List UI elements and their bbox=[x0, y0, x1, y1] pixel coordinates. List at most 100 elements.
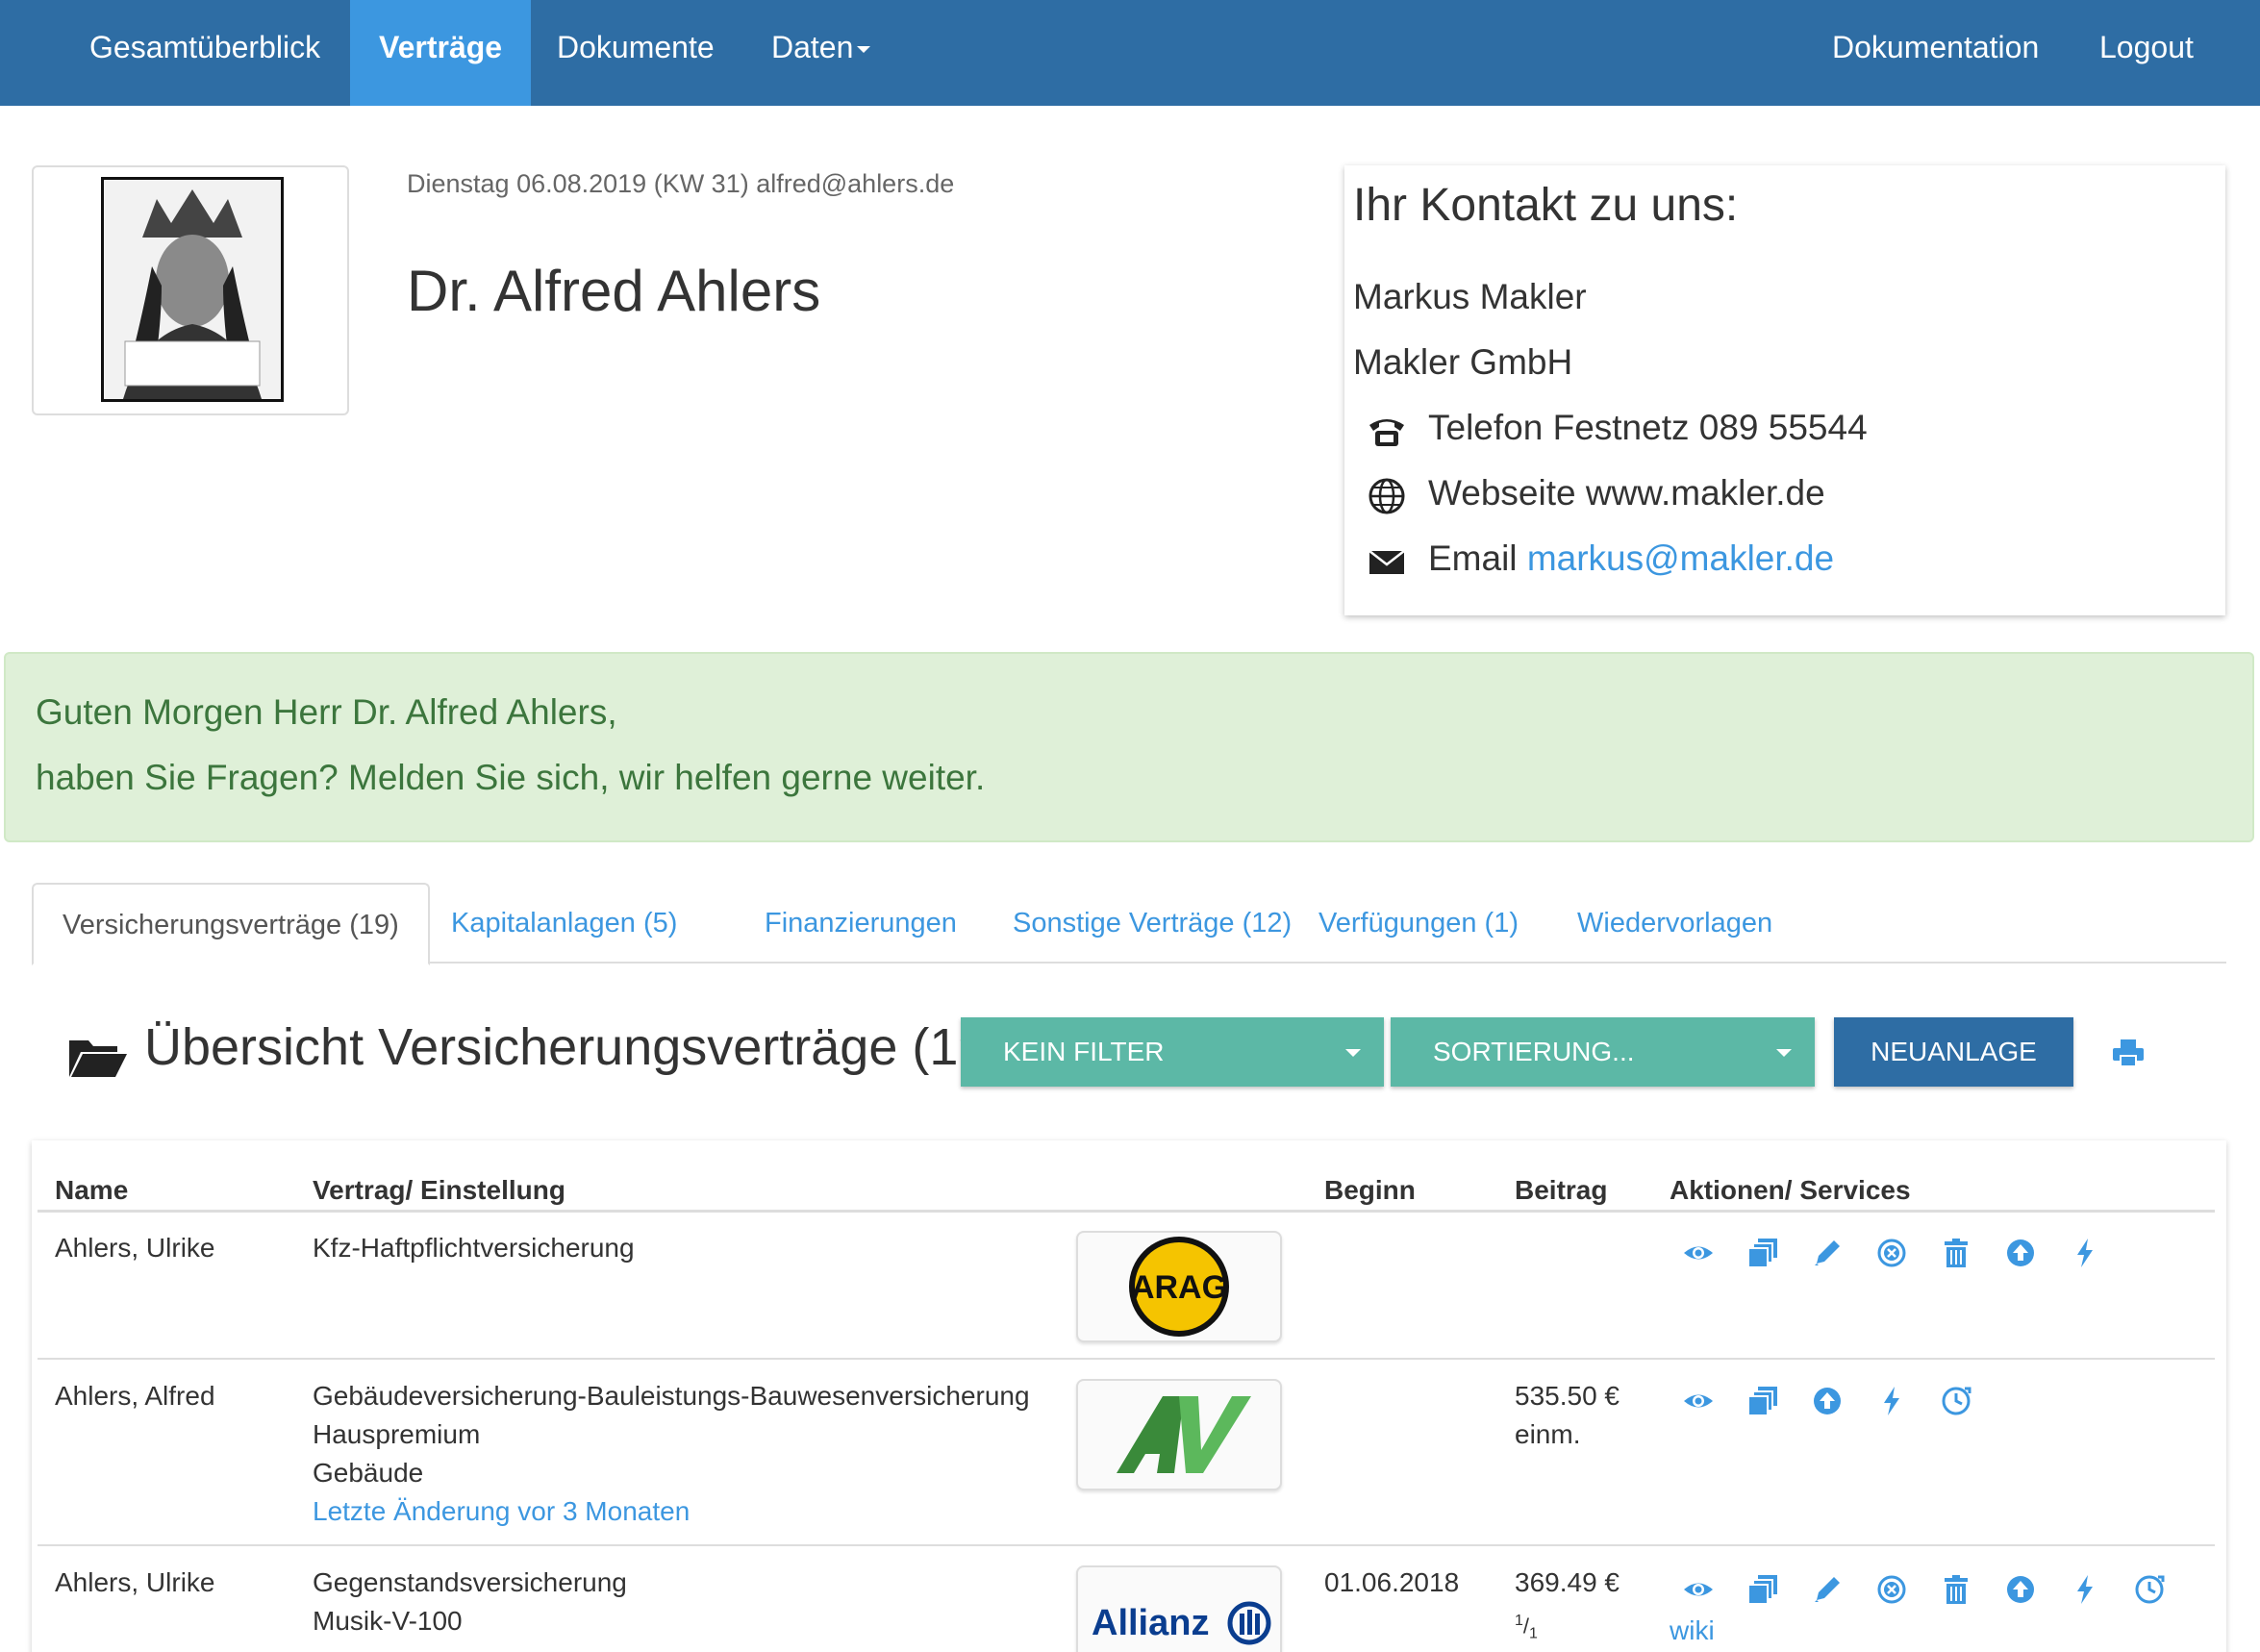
print-icon[interactable] bbox=[2112, 1039, 2145, 1067]
row2-contract-detail2: Gebäude bbox=[313, 1458, 424, 1488]
tab-versicherungsvertraege[interactable]: Versicherungsverträge (19) bbox=[32, 883, 430, 965]
row3-contract: Gegenstandsversicherung Musik-V-100 bbox=[313, 1564, 627, 1640]
arag-logo: ARAG bbox=[1129, 1237, 1229, 1337]
copy-icon[interactable] bbox=[1746, 1237, 1779, 1269]
envelope-icon bbox=[1369, 550, 1405, 574]
greeting-alert: Guten Morgen Herr Dr. Alfred Ahlers, hab… bbox=[4, 652, 2254, 842]
upload-circle-icon[interactable] bbox=[2004, 1573, 2037, 1606]
trash-icon[interactable] bbox=[1940, 1573, 1972, 1606]
flash-icon[interactable] bbox=[1875, 1385, 1908, 1417]
row2-contract-detail1: Hauspremium bbox=[313, 1419, 481, 1449]
row2-amount-frequency: einm. bbox=[1515, 1419, 1581, 1449]
pencil-icon[interactable] bbox=[1811, 1573, 1844, 1606]
row3-contract-title[interactable]: Gegenstandsversicherung bbox=[313, 1564, 627, 1602]
profile-photo-frame bbox=[32, 165, 349, 415]
nav-vertraege[interactable]: Verträge bbox=[350, 0, 532, 106]
row3-amount-value: 369.49 € bbox=[1515, 1567, 1620, 1597]
row-divider bbox=[38, 1544, 2215, 1546]
row3-begin: 01.06.2018 bbox=[1324, 1567, 1460, 1597]
contact-title: Ihr Kontakt zu uns: bbox=[1353, 180, 1739, 231]
chevron-down-icon bbox=[1345, 1049, 1361, 1057]
nav-gesamtueberblick[interactable]: Gesamtüberblick bbox=[61, 0, 349, 106]
col-header-amount: Beitrag bbox=[1515, 1175, 1608, 1205]
col-header-name: Name bbox=[55, 1175, 129, 1205]
av-logo: AV bbox=[1117, 1396, 1251, 1473]
row2-name: Ahlers, Alfred bbox=[55, 1381, 215, 1411]
row1-insurer-logo: ARAG bbox=[1076, 1231, 1282, 1342]
row3-wiki-link[interactable]: wiki bbox=[1670, 1615, 1715, 1646]
reminder-clock-icon[interactable] bbox=[2133, 1573, 2166, 1606]
copy-icon[interactable] bbox=[1746, 1385, 1779, 1417]
col-header-contract: Vertrag/ Einstellung bbox=[313, 1175, 565, 1205]
row3-insurer-logo: Allianz bbox=[1076, 1565, 1282, 1652]
tab-sonstige-vertraege[interactable]: Sonstige Verträge (12) bbox=[984, 883, 1320, 964]
flash-icon[interactable] bbox=[2069, 1573, 2101, 1606]
flash-icon[interactable] bbox=[2069, 1237, 2101, 1269]
contact-phone: Telefon Festnetz 089 55544 bbox=[1428, 408, 1868, 447]
sort-dropdown[interactable]: SORTIERUNG... bbox=[1391, 1017, 1815, 1087]
allianz-logo: Allianz bbox=[1092, 1601, 1271, 1645]
sort-label: SORTIERUNG... bbox=[1433, 1037, 1635, 1066]
copy-icon[interactable] bbox=[1746, 1573, 1779, 1606]
row2-contract-title[interactable]: Gebäudeversicherung-Bauleistungs-Bauwese… bbox=[313, 1377, 1030, 1415]
filter-dropdown[interactable]: KEIN FILTER bbox=[961, 1017, 1384, 1087]
portrait-image bbox=[104, 180, 281, 399]
row3-amount: 369.49 € 1/1 bbox=[1515, 1564, 1620, 1652]
phone-icon bbox=[1369, 419, 1404, 446]
reminder-clock-icon[interactable] bbox=[1940, 1385, 1972, 1417]
globe-icon bbox=[1369, 478, 1405, 514]
greeting-line-1: Guten Morgen Herr Dr. Alfred Ahlers, bbox=[36, 692, 617, 732]
row1-contract[interactable]: Kfz-Haftpflichtversicherung bbox=[313, 1229, 635, 1267]
row3-name: Ahlers, Ulrike bbox=[55, 1567, 215, 1597]
user-name: Dr. Alfred Ahlers bbox=[407, 259, 821, 323]
contact-person: Markus Makler bbox=[1353, 277, 1587, 316]
row2-insurer-logo: AV bbox=[1076, 1379, 1282, 1490]
pencil-icon[interactable] bbox=[1811, 1237, 1844, 1269]
eye-icon[interactable] bbox=[1682, 1237, 1715, 1269]
new-contract-button[interactable]: NEUANLAGE bbox=[1834, 1017, 2073, 1087]
row3-amount-frequency: 1/1 bbox=[1515, 1613, 1538, 1642]
folder-open-icon bbox=[69, 1040, 127, 1077]
contact-website: Webseite www.makler.de bbox=[1428, 473, 1825, 513]
col-header-begin: Beginn bbox=[1324, 1175, 1416, 1205]
cancel-circle-icon[interactable] bbox=[1875, 1573, 1908, 1606]
row3-contract-detail1: Musik-V-100 bbox=[313, 1606, 463, 1636]
eye-icon[interactable] bbox=[1682, 1573, 1715, 1606]
contract-tabs: Versicherungsverträge (19) Kapitalanlage… bbox=[32, 883, 2226, 965]
tab-kapitalanlagen[interactable]: Kapitalanlagen (5) bbox=[422, 883, 706, 964]
header-divider bbox=[38, 1210, 2215, 1213]
filter-label: KEIN FILTER bbox=[1003, 1037, 1165, 1066]
allianz-logo-text: Allianz bbox=[1092, 1603, 1209, 1643]
nav-logout[interactable]: Logout bbox=[2071, 0, 2222, 106]
top-navbar: Gesamtüberblick Verträge Dokumente Daten… bbox=[0, 0, 2260, 106]
row2-last-change-link[interactable]: Letzte Änderung vor 3 Monaten bbox=[313, 1492, 1030, 1531]
upload-circle-icon[interactable] bbox=[2004, 1237, 2037, 1269]
contact-email-label: Email bbox=[1428, 538, 1518, 578]
nav-dokumente[interactable]: Dokumente bbox=[528, 0, 743, 106]
tab-wiedervorlagen[interactable]: Wiedervorlagen bbox=[1548, 883, 1801, 964]
arag-logo-text: ARAG bbox=[1131, 1269, 1227, 1306]
contact-card: Ihr Kontakt zu uns: Markus Makler Makler… bbox=[1344, 165, 2225, 615]
tab-finanzierungen[interactable]: Finanzierungen bbox=[736, 883, 986, 964]
trash-icon[interactable] bbox=[1940, 1237, 1972, 1269]
chevron-down-icon bbox=[857, 46, 871, 54]
col-header-actions: Aktionen/ Services bbox=[1670, 1175, 1911, 1205]
nav-daten[interactable]: Daten bbox=[742, 0, 899, 106]
nav-dokumentation[interactable]: Dokumentation bbox=[1803, 0, 2068, 106]
cancel-circle-icon[interactable] bbox=[1875, 1237, 1908, 1269]
contracts-table: Name Vertrag/ Einstellung Beginn Beitrag… bbox=[32, 1140, 2226, 1652]
row2-contract: Gebäudeversicherung-Bauleistungs-Bauwese… bbox=[313, 1377, 1030, 1531]
row1-name: Ahlers, Ulrike bbox=[55, 1233, 215, 1263]
tab-verfuegungen[interactable]: Verfügungen (1) bbox=[1290, 883, 1547, 964]
row2-amount-value: 535.50 € bbox=[1515, 1381, 1620, 1411]
eye-icon[interactable] bbox=[1682, 1385, 1715, 1417]
row2-amount: 535.50 € einm. bbox=[1515, 1377, 1620, 1454]
contact-email-link[interactable]: markus@makler.de bbox=[1527, 538, 1834, 578]
row-divider bbox=[38, 1358, 2215, 1360]
chevron-down-icon bbox=[1776, 1049, 1792, 1057]
greeting-line-2: haben Sie Fragen? Melden Sie sich, wir h… bbox=[36, 758, 986, 797]
profile-photo bbox=[101, 177, 284, 402]
nav-daten-label: Daten bbox=[771, 30, 854, 64]
upload-circle-icon[interactable] bbox=[1811, 1385, 1844, 1417]
section-title: Übersicht Versicherungsverträge (19) bbox=[144, 1018, 1005, 1076]
